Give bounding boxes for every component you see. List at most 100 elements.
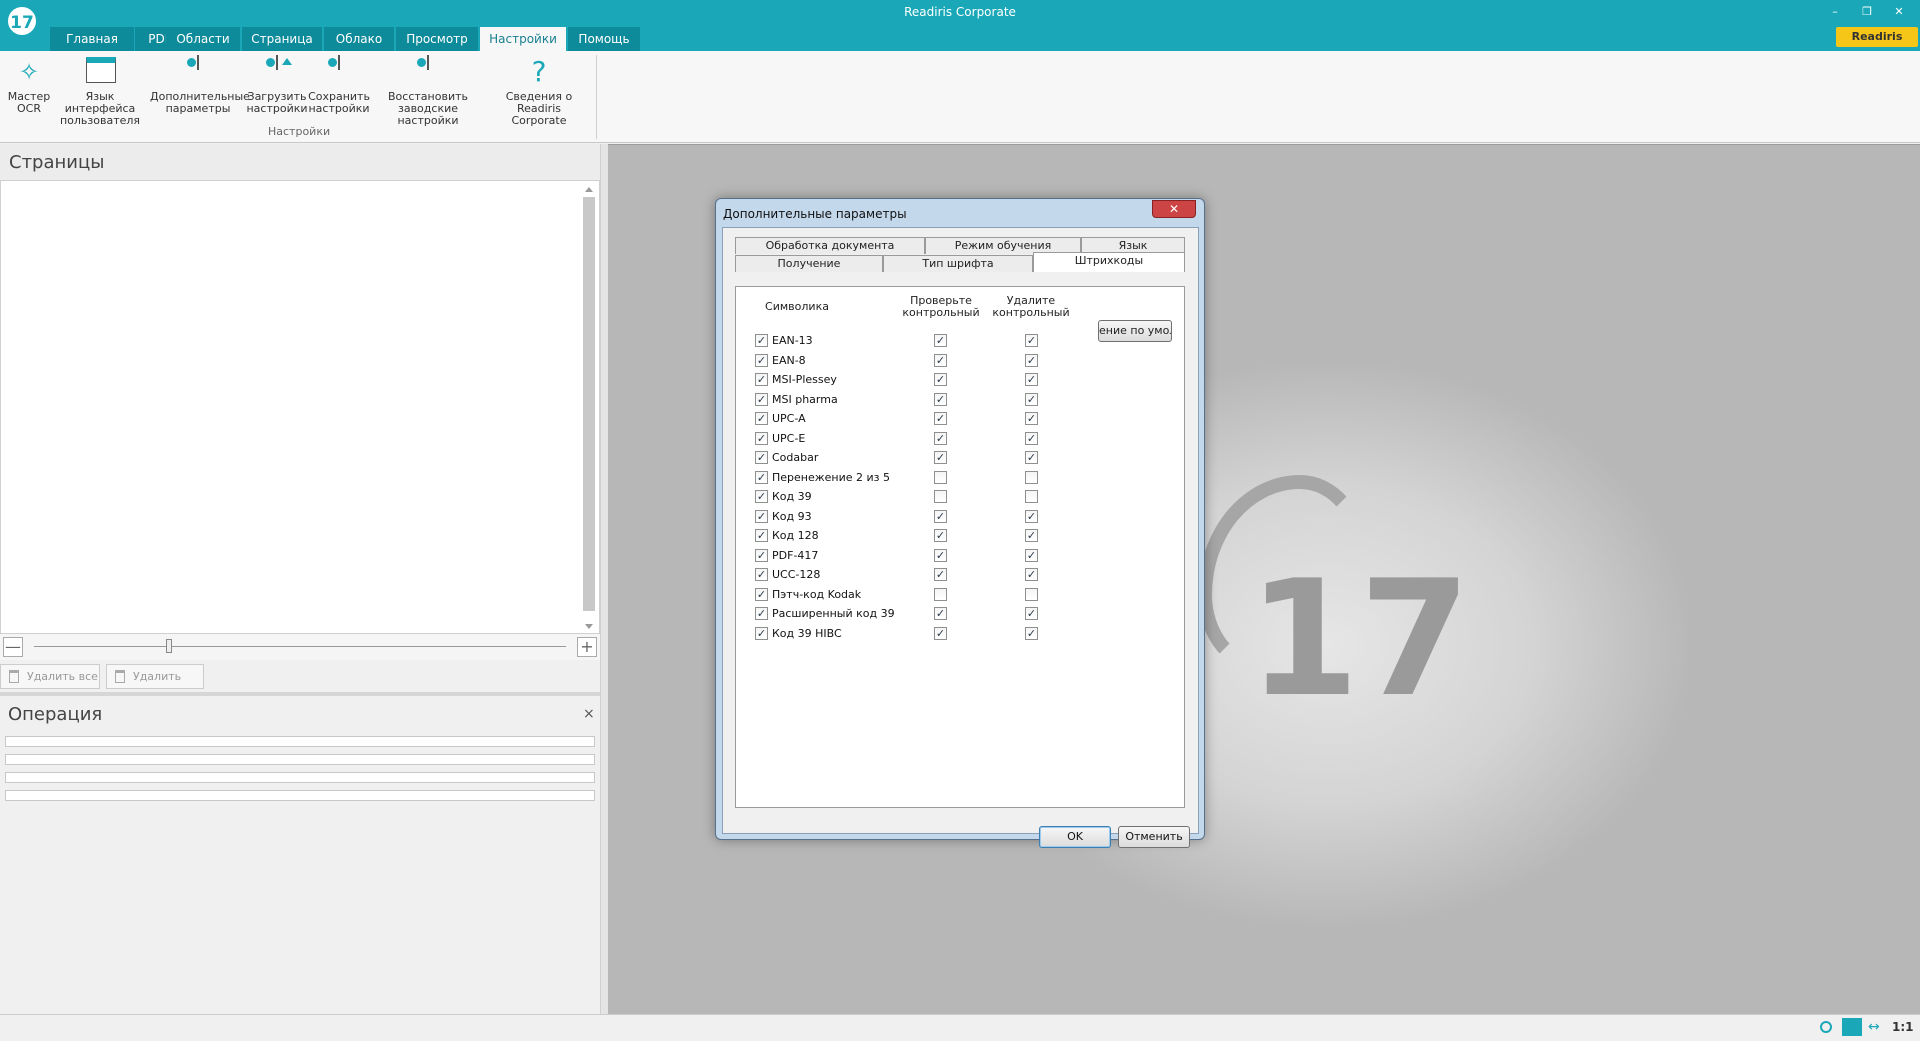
- zoom-in-button[interactable]: +: [577, 637, 597, 657]
- tab-view[interactable]: Просмотр: [396, 27, 478, 51]
- verify-checksum-checkbox[interactable]: [934, 490, 947, 503]
- verify-checksum-checkbox[interactable]: [934, 470, 947, 484]
- tab-document-processing[interactable]: Обработка документа: [735, 237, 925, 254]
- enable-checkbox[interactable]: [755, 451, 768, 464]
- cancel-button[interactable]: Отменить: [1118, 826, 1190, 848]
- remove-checksum-checkbox[interactable]: [1025, 529, 1038, 542]
- delete-all-button[interactable]: Удалить все: [0, 664, 100, 689]
- verify-checksum-checkbox[interactable]: [934, 451, 947, 464]
- enable-checkbox[interactable]: [755, 412, 768, 425]
- enable-checkbox[interactable]: [755, 431, 768, 445]
- tab-cloud[interactable]: Облако: [324, 27, 394, 51]
- tab-page[interactable]: Страница: [242, 27, 322, 51]
- close-button[interactable]: ✕: [1884, 3, 1914, 21]
- operation-close-icon[interactable]: ×: [583, 706, 595, 722]
- ocr-wizard-label: Мастер OCR: [7, 90, 51, 115]
- remove-checksum-checkbox[interactable]: [1025, 607, 1038, 620]
- verify-checksum-checkbox[interactable]: [934, 373, 947, 386]
- ocr-wizard-button[interactable]: ✧ Мастер OCR: [6, 57, 52, 115]
- zoom-slider-thumb[interactable]: [166, 639, 172, 653]
- enable-checkbox[interactable]: [755, 373, 768, 386]
- about-label: Сведения о Readiris Corporate: [505, 90, 573, 127]
- tab-help[interactable]: Помощь: [568, 27, 640, 51]
- enable-checkbox[interactable]: [755, 607, 768, 620]
- scroll-down-icon[interactable]: [585, 624, 593, 629]
- remove-checksum-checkbox[interactable]: [1025, 353, 1038, 367]
- verify-checksum-checkbox[interactable]: [934, 529, 947, 542]
- verify-checksum-checkbox[interactable]: [934, 353, 947, 367]
- app-logo-icon[interactable]: 17: [6, 5, 38, 37]
- enable-checkbox[interactable]: [755, 470, 768, 484]
- verify-checksum-checkbox[interactable]: [934, 392, 947, 406]
- remove-checksum-checkbox[interactable]: [1025, 470, 1038, 484]
- remove-checksum-checkbox[interactable]: [1025, 412, 1038, 425]
- maximize-button[interactable]: ❐: [1852, 3, 1882, 21]
- remove-checksum-checkbox[interactable]: [1025, 392, 1038, 406]
- remove-checksum-checkbox[interactable]: [1025, 568, 1038, 581]
- tab-barcodes[interactable]: Штрихкоды: [1033, 252, 1185, 272]
- enable-checkbox[interactable]: [755, 392, 768, 406]
- verify-checksum-checkbox[interactable]: [934, 568, 947, 581]
- verify-checksum-checkbox[interactable]: [934, 334, 947, 347]
- tab-acquisition[interactable]: Получение: [735, 255, 883, 272]
- magnifier-icon[interactable]: [1820, 1021, 1832, 1033]
- pages-scrollbar[interactable]: [581, 183, 597, 633]
- verify-checksum-checkbox[interactable]: [934, 548, 947, 562]
- zoom-out-button[interactable]: —: [3, 637, 23, 657]
- language-window-icon: [86, 57, 116, 87]
- ui-language-button[interactable]: Язык интерфейса пользователя: [52, 57, 148, 127]
- verify-checksum-checkbox[interactable]: [934, 509, 947, 523]
- verify-checksum-checkbox[interactable]: [934, 412, 947, 425]
- remove-checksum-checkbox[interactable]: [1025, 548, 1038, 562]
- tab-areas[interactable]: Области: [166, 27, 240, 51]
- dialog-close-button[interactable]: ✕: [1152, 200, 1196, 218]
- delete-button[interactable]: Удалить: [106, 664, 204, 689]
- advanced-settings-button[interactable]: Дополнительные параметры: [150, 55, 250, 115]
- tab-settings[interactable]: Настройки: [480, 27, 566, 51]
- zoom-ratio[interactable]: 1:1: [1892, 1020, 1914, 1034]
- enable-checkbox[interactable]: [755, 587, 768, 601]
- remove-checksum-checkbox[interactable]: [1025, 334, 1038, 347]
- about-button[interactable]: ? Сведения о Readiris Corporate: [488, 57, 590, 127]
- fit-page-icon[interactable]: [1842, 1018, 1862, 1036]
- remove-checksum-checkbox[interactable]: [1025, 451, 1038, 464]
- ribbon-tab-bar: Главная PDF Области Страница Облако Прос…: [0, 25, 1920, 63]
- fit-width-icon[interactable]: ↔: [1868, 1019, 1880, 1035]
- verify-checksum-checkbox[interactable]: [934, 587, 947, 601]
- enable-checkbox[interactable]: [755, 490, 768, 503]
- remove-checksum-checkbox[interactable]: [1025, 431, 1038, 445]
- enable-checkbox[interactable]: [755, 509, 768, 523]
- enable-checkbox[interactable]: [755, 626, 768, 640]
- scroll-thumb[interactable]: [583, 197, 595, 611]
- zoom-slider-track[interactable]: [34, 646, 566, 647]
- enable-checkbox[interactable]: [755, 548, 768, 562]
- enable-checkbox[interactable]: [755, 568, 768, 581]
- remove-checksum-checkbox[interactable]: [1025, 490, 1038, 503]
- load-settings-button[interactable]: Загрузить настройки: [246, 55, 308, 115]
- remove-checksum-checkbox[interactable]: [1025, 373, 1038, 386]
- tab-home[interactable]: Главная: [50, 27, 134, 51]
- enable-checkbox[interactable]: [755, 353, 768, 367]
- verify-checksum-checkbox[interactable]: [934, 626, 947, 640]
- readiris-store-button[interactable]: Readiris Store: [1836, 27, 1918, 63]
- save-settings-button[interactable]: Сохранить настройки: [308, 55, 370, 115]
- ok-button[interactable]: OK: [1039, 826, 1111, 848]
- enable-checkbox[interactable]: [755, 529, 768, 542]
- verify-checksum-checkbox[interactable]: [934, 607, 947, 620]
- remove-checksum-checkbox[interactable]: [1025, 587, 1038, 601]
- scroll-up-icon[interactable]: [585, 187, 593, 192]
- enable-checkbox[interactable]: [755, 334, 768, 347]
- pages-list[interactable]: [0, 180, 600, 634]
- restore-defaults-button[interactable]: Восстановить заводские настройки: [368, 55, 488, 127]
- remove-checksum-checkbox[interactable]: [1025, 509, 1038, 523]
- ribbon-group-label: Настройки: [268, 125, 331, 138]
- verify-checksum-checkbox[interactable]: [934, 431, 947, 445]
- barcode-label: Код 39: [772, 490, 812, 503]
- panel-splitter[interactable]: [600, 144, 608, 1014]
- column-verify-checksum: Проверьте контрольный: [902, 294, 980, 319]
- remove-checksum-checkbox[interactable]: [1025, 626, 1038, 640]
- left-panel: Страницы — + Удалить все Удалить Операци…: [0, 144, 604, 1014]
- minimize-button[interactable]: –: [1820, 3, 1850, 21]
- tab-font-type[interactable]: Тип шрифта: [883, 255, 1033, 272]
- dialog-body: Обработка документа Режим обучения Язык …: [722, 227, 1199, 848]
